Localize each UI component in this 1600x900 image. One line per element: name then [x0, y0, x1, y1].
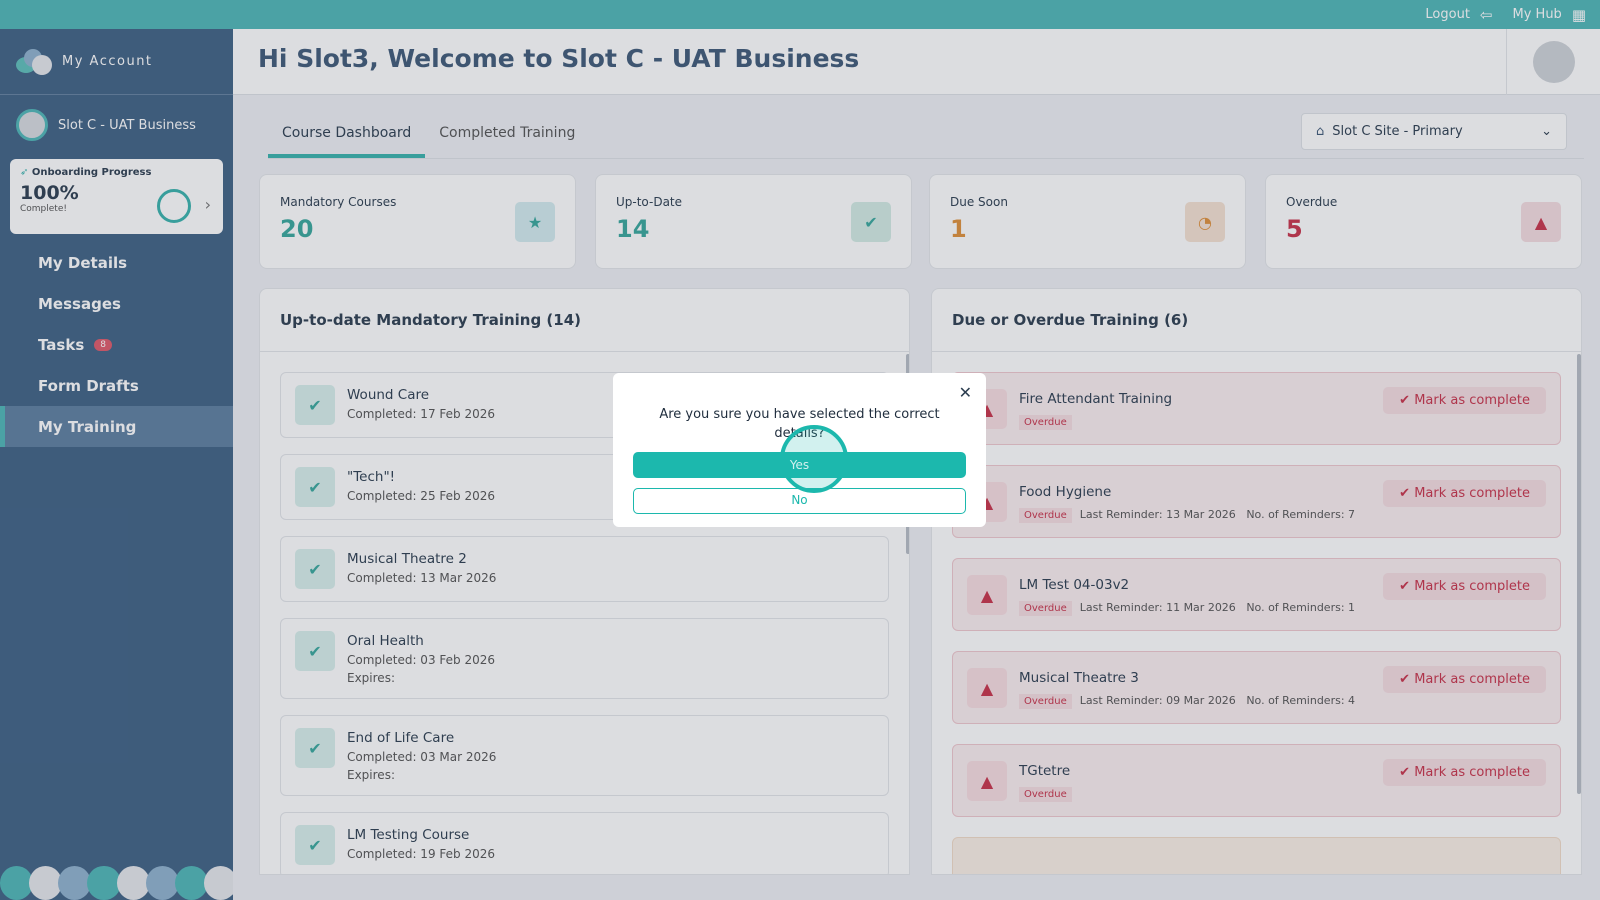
click-indicator	[780, 425, 848, 493]
no-button[interactable]: No	[633, 488, 966, 514]
close-icon[interactable]: ✕	[959, 383, 972, 402]
